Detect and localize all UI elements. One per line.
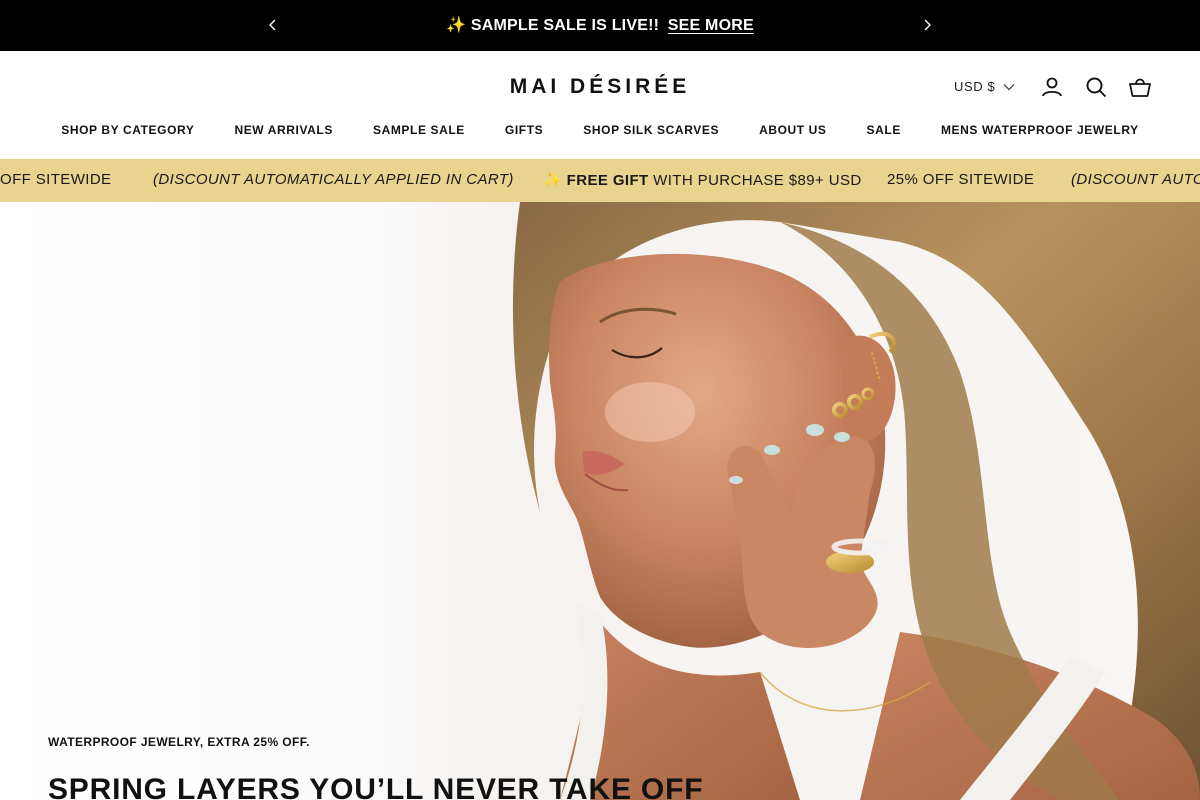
hero-eyebrow: WATERPROOF JEWELRY, EXTRA 25% OFF.	[48, 735, 310, 749]
search-button[interactable]	[1084, 75, 1108, 99]
site-header: MAI DÉSIRÉE USD $ SHOP BY CATEGORY NEW A…	[0, 51, 1200, 159]
nav-shop-by-category[interactable]: SHOP BY CATEGORY	[61, 123, 194, 137]
cart-button[interactable]	[1128, 75, 1152, 99]
marquee-sitewide: 25% OFF SITEWIDE	[887, 171, 1035, 188]
currency-selector[interactable]: USD $	[954, 79, 1015, 94]
see-more-link[interactable]: SEE MORE	[668, 17, 754, 34]
chevron-down-icon	[1003, 83, 1015, 90]
announcement-bar: ✨ SAMPLE SALE IS LIVE!! SEE MORE	[0, 0, 1200, 51]
nav-about-us[interactable]: ABOUT US	[759, 123, 826, 137]
cart-icon	[1129, 78, 1151, 97]
main-navigation: SHOP BY CATEGORY NEW ARRIVALS SAMPLE SAL…	[0, 123, 1200, 137]
marquee-free-gift-bold: FREE GIFT	[566, 172, 649, 189]
hero-photo	[512, 202, 1200, 800]
nav-gifts[interactable]: GIFTS	[505, 123, 543, 137]
hero-banner[interactable]: WATERPROOF JEWELRY, EXTRA 25% OFF. SPRIN…	[0, 202, 1200, 800]
promo-marquee: OFF SITEWIDE (DISCOUNT AUTOMATICALLY APP…	[0, 159, 1200, 202]
marquee-discount-note: (DISCOUNT AUTOMATICALLY APPLIED IN CART)	[153, 171, 514, 188]
account-icon	[1042, 77, 1062, 97]
currency-label: USD $	[954, 79, 996, 94]
nav-new-arrivals[interactable]: NEW ARRIVALS	[234, 123, 333, 137]
brand-logo[interactable]: MAI DÉSIRÉE	[0, 75, 1200, 99]
marquee-sitewide-tail: OFF SITEWIDE	[0, 171, 112, 188]
marquee-discount-note-partial: (DISCOUNT AUTOM	[1071, 171, 1200, 188]
search-icon	[1086, 77, 1107, 98]
sparkles-icon: ✨	[543, 172, 563, 189]
nav-sample-sale[interactable]: SAMPLE SALE	[373, 123, 465, 137]
nav-mens-waterproof-jewelry[interactable]: MENS WATERPROOF JEWELRY	[941, 123, 1139, 137]
next-announcement-button[interactable]	[917, 14, 937, 36]
account-button[interactable]	[1040, 75, 1064, 99]
announcement-text: ✨ SAMPLE SALE IS LIVE!!	[446, 17, 660, 34]
nav-sale[interactable]: SALE	[867, 123, 901, 137]
chevron-right-icon	[924, 19, 931, 31]
marquee-free-gift: ✨ FREE GIFT WITH PURCHASE $89+ USD	[543, 171, 862, 189]
announcement-message: ✨ SAMPLE SALE IS LIVE!! SEE MORE	[0, 15, 1200, 35]
marquee-free-gift-rest: WITH PURCHASE $89+ USD	[653, 172, 862, 189]
nav-shop-silk-scarves[interactable]: SHOP SILK SCARVES	[583, 123, 719, 137]
hero-headline: SPRING LAYERS YOU’LL NEVER TAKE OFF	[48, 773, 704, 800]
